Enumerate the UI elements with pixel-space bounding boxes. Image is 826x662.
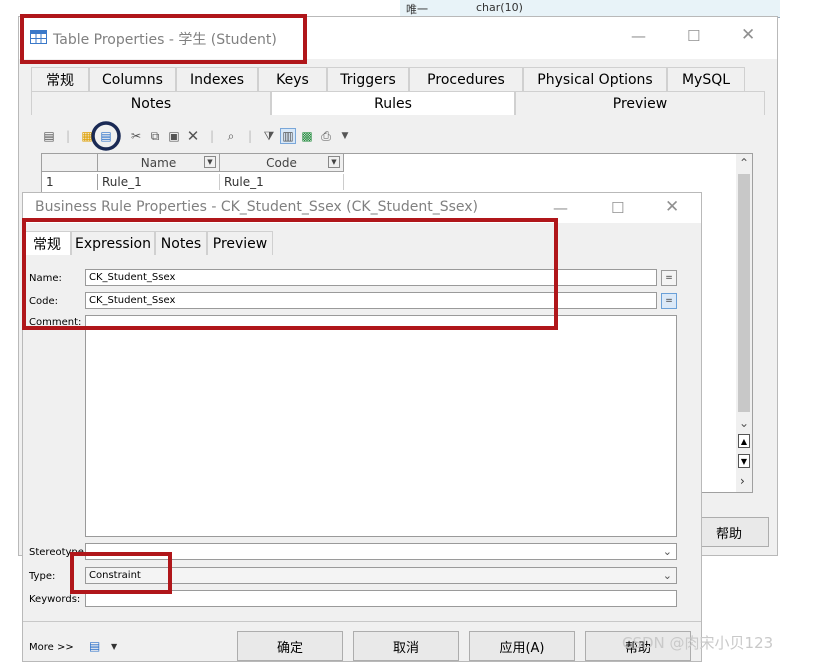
tab-indexes[interactable]: Indexes [176, 67, 258, 91]
comment-label: Comment: [29, 317, 82, 328]
rule-code-cell[interactable]: Rule_1 [220, 174, 344, 190]
row-number-cell: 1 [42, 174, 98, 190]
comment-field[interactable] [85, 315, 677, 537]
find-icon[interactable]: ⌕ [223, 128, 239, 144]
print-icon[interactable]: ⎙ [318, 128, 334, 144]
tab-columns[interactable]: Columns [89, 67, 176, 91]
tabs-row-1: 常规 Columns Indexes Keys Triggers Procedu… [31, 67, 745, 91]
code-link-button[interactable]: = [661, 293, 677, 309]
tab-keys[interactable]: Keys [258, 67, 327, 91]
cut-icon[interactable]: ✂ [128, 128, 144, 144]
properties-icon[interactable]: ▤ [41, 128, 57, 144]
code-filter-dropdown-icon[interactable]: ▼ [328, 156, 340, 168]
tab-triggers[interactable]: Triggers [327, 67, 409, 91]
tab-preview[interactable]: Preview [515, 91, 765, 115]
code-column-header[interactable]: Code ▼ [220, 154, 344, 172]
table-properties-titlebar: Table Properties - 学生 (Student) — ☐ ✕ [19, 17, 777, 59]
br-tabs: 常规 Expression Notes Preview [23, 231, 273, 255]
minimize-button[interactable]: — [631, 27, 646, 45]
br-close-button[interactable]: ✕ [665, 197, 679, 217]
type-dropdown[interactable]: Constraint ⌄ [85, 567, 677, 584]
separator-icon: | [209, 129, 215, 143]
move-bottom-icon[interactable]: ▼ [738, 454, 750, 468]
apply-button[interactable]: 应用(A) [469, 631, 575, 661]
code-field[interactable]: CK_Student_Ssex [85, 292, 657, 309]
name-column-label: Name [140, 155, 177, 170]
customize-columns-icon[interactable]: ▥ [280, 128, 296, 144]
table-icon [30, 30, 47, 44]
separator-icon: | [247, 129, 253, 143]
close-button[interactable]: ✕ [741, 25, 755, 45]
ok-button[interactable]: 确定 [237, 631, 343, 661]
type-chevron-down-icon[interactable]: ⌄ [663, 569, 672, 582]
keywords-field[interactable] [85, 590, 677, 607]
stereotype-chevron-down-icon[interactable]: ⌄ [663, 545, 672, 558]
tab-procedures[interactable]: Procedures [409, 67, 523, 91]
divider [23, 621, 701, 622]
name-label: Name: [29, 273, 62, 284]
rules-toolbar: ▤ | ▦ ▤ ✂ ⧉ ▣ ✕ | ⌕ | ⧩ ▥ ▩ ⎙ ▼ [41, 121, 353, 151]
cancel-button[interactable]: 取消 [353, 631, 459, 661]
name-link-button[interactable]: = [661, 270, 677, 286]
name-column-header[interactable]: Name ▼ [98, 154, 220, 172]
type-value: Constraint [89, 570, 141, 581]
rule-name-cell[interactable]: Rule_1 [98, 174, 220, 190]
create-rule-icon[interactable]: ▤ [91, 121, 121, 151]
scroll-right-icon[interactable]: › [740, 474, 745, 488]
keywords-label: Keywords: [29, 594, 81, 605]
scroll-down-icon[interactable]: ⌄ [739, 416, 749, 430]
name-filter-dropdown-icon[interactable]: ▼ [204, 156, 216, 168]
highlight-circle-icon [91, 121, 121, 151]
vertical-scrollbar[interactable]: ⌃ ⌄ ▲ ▼ [736, 154, 752, 492]
tabs-row-2: Notes Rules Preview [31, 91, 765, 115]
paste-icon[interactable]: ▣ [166, 128, 182, 144]
row-number-header [42, 154, 98, 172]
background-text-2: char(10) [476, 1, 523, 14]
business-rule-titlebar: Business Rule Properties - CK_Student_Ss… [23, 193, 701, 223]
delete-icon[interactable]: ✕ [185, 127, 201, 145]
table-properties-title: Table Properties - 学生 (Student) [53, 32, 277, 48]
more-button[interactable]: More >> [29, 642, 74, 653]
filter-icon[interactable]: ⧩ [261, 128, 277, 144]
br-tab-general[interactable]: 常规 [23, 231, 71, 255]
page-setup-icon[interactable]: ▤ [89, 639, 100, 653]
br-tab-preview[interactable]: Preview [207, 231, 273, 255]
background-text-1: 唯一 [406, 3, 428, 16]
type-label: Type: [29, 571, 56, 582]
watermark: CSDN @肉宋小贝123 [622, 634, 774, 652]
br-maximize-button[interactable]: ☐ [611, 199, 624, 217]
tab-mysql[interactable]: MySQL [667, 67, 745, 91]
name-field[interactable]: CK_Student_Ssex [85, 269, 657, 286]
dropdown-arrow-icon[interactable]: ▼ [337, 128, 353, 144]
br-minimize-button[interactable]: — [553, 199, 568, 217]
business-rule-window: Business Rule Properties - CK_Student_Ss… [22, 192, 702, 662]
tab-notes[interactable]: Notes [31, 91, 271, 115]
tab-general[interactable]: 常规 [31, 67, 89, 91]
code-label: Code: [29, 296, 58, 307]
stereotype-dropdown[interactable]: ⌄ [85, 543, 677, 560]
copy-icon[interactable]: ⧉ [147, 128, 163, 144]
export-excel-icon[interactable]: ▩ [299, 128, 315, 144]
stereotype-label: Stereotype: [29, 547, 88, 558]
business-rule-title: Business Rule Properties - CK_Student_Ss… [35, 199, 478, 215]
move-top-icon[interactable]: ▲ [738, 434, 750, 448]
scroll-up-icon[interactable]: ⌃ [739, 156, 749, 170]
page-setup-dropdown-icon[interactable]: ▼ [111, 642, 117, 651]
scrollbar-thumb[interactable] [738, 174, 750, 412]
tab-rules[interactable]: Rules [271, 91, 515, 115]
br-tab-notes[interactable]: Notes [155, 231, 207, 255]
tab-physical-options[interactable]: Physical Options [523, 67, 667, 91]
code-column-label: Code [266, 155, 297, 170]
maximize-button[interactable]: ☐ [687, 27, 700, 45]
separator-icon: | [65, 129, 71, 143]
br-tab-expression[interactable]: Expression [71, 231, 155, 255]
